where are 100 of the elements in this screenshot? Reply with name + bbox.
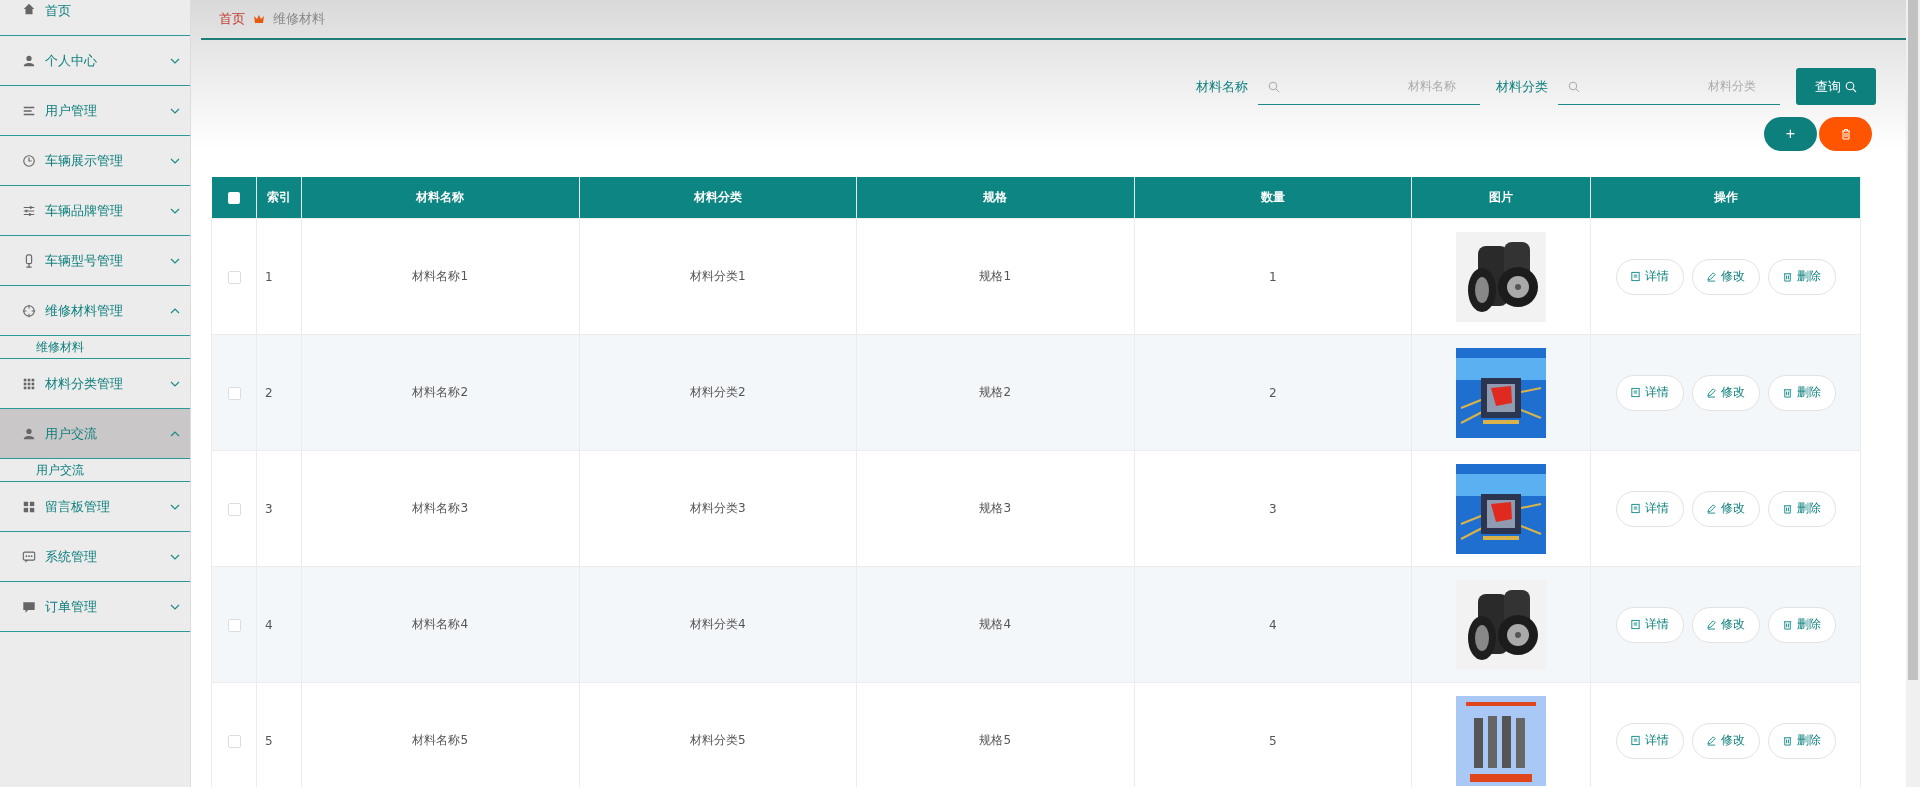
sidebar-item[interactable]: 个人中心 xyxy=(0,36,190,86)
menu-label: 留言板管理 xyxy=(45,497,111,516)
trash-icon xyxy=(1782,735,1793,746)
crown-icon xyxy=(253,13,265,25)
column-header: 索引 xyxy=(256,177,302,219)
document-icon xyxy=(1630,503,1641,514)
table-cell: 规格3 xyxy=(856,450,1134,567)
home-icon xyxy=(22,2,36,16)
delete-button[interactable] xyxy=(1819,117,1872,151)
trash-icon xyxy=(1782,387,1793,398)
menu-label: 系统管理 xyxy=(45,547,98,566)
table-cell: 2 xyxy=(256,334,302,451)
sidebar-item[interactable]: 用户交流 xyxy=(0,409,190,459)
submenu-item[interactable]: 用户交流 xyxy=(0,459,190,482)
table-cell: 规格2 xyxy=(856,334,1134,451)
table-cell: 材料分类2 xyxy=(579,334,857,451)
menu-label: 用户交流 xyxy=(45,424,98,443)
chat-icon xyxy=(22,549,36,564)
sidebar-item[interactable]: 车辆展示管理 xyxy=(0,136,190,186)
details-button[interactable]: 详情 xyxy=(1615,374,1684,411)
row-checkbox[interactable] xyxy=(227,386,241,400)
sidebar-item[interactable]: 车辆型号管理 xyxy=(0,236,190,286)
pencil-icon xyxy=(1706,271,1717,282)
sidebar-item[interactable]: 订单管理 xyxy=(0,582,190,632)
pencil-icon xyxy=(1706,735,1717,746)
breadcrumb-current: 维修材料 xyxy=(273,10,325,28)
details-button[interactable]: 详情 xyxy=(1615,722,1684,759)
table-cell: 4 xyxy=(1134,566,1412,683)
clock-icon xyxy=(22,153,36,168)
trash-icon xyxy=(1839,128,1852,140)
table-cell: 材料名称4 xyxy=(301,566,579,683)
column-header: 材料分类 xyxy=(579,177,857,219)
submenu-item[interactable]: 维修材料 xyxy=(0,336,190,359)
edit-button[interactable]: 修改 xyxy=(1691,374,1760,411)
table-cell: 材料分类1 xyxy=(579,218,857,335)
menu-label: 用户管理 xyxy=(45,101,98,120)
search-field[interactable]: 材料名称 xyxy=(1258,68,1480,105)
chat-icon xyxy=(22,599,36,614)
search-button[interactable]: 查询 xyxy=(1796,68,1876,105)
sidebar-item[interactable]: 用户管理 xyxy=(0,86,190,136)
search-field[interactable]: 材料分类 xyxy=(1558,68,1780,105)
row-checkbox[interactable] xyxy=(227,618,241,632)
trash-icon xyxy=(1782,271,1793,282)
column-header: 操作 xyxy=(1590,177,1861,219)
edit-button[interactable]: 修改 xyxy=(1691,258,1760,295)
table-cell: 规格4 xyxy=(856,566,1134,683)
pencil-icon xyxy=(1706,387,1717,398)
crosshair-icon xyxy=(22,303,36,318)
row-checkbox[interactable] xyxy=(227,734,241,748)
table-cell: 3 xyxy=(1134,450,1412,567)
details-button[interactable]: 详情 xyxy=(1615,490,1684,527)
select-all-checkbox[interactable] xyxy=(227,192,240,204)
menu-label: 个人中心 xyxy=(45,51,98,70)
trash-icon xyxy=(1782,619,1793,630)
table-cell: 3 xyxy=(256,450,302,567)
menu-label: 材料分类管理 xyxy=(45,374,124,393)
add-button[interactable]: + xyxy=(1764,117,1817,151)
delete-button[interactable]: 删除 xyxy=(1767,258,1836,295)
document-icon xyxy=(1630,735,1641,746)
column-header: 材料名称 xyxy=(301,177,579,219)
document-icon xyxy=(1630,387,1641,398)
details-button[interactable]: 详情 xyxy=(1615,606,1684,643)
breadcrumb-link[interactable]: 首页 xyxy=(219,10,245,28)
delete-button[interactable]: 删除 xyxy=(1767,374,1836,411)
sidebar-item[interactable]: 车辆品牌管理 xyxy=(0,186,190,236)
sidebar-item[interactable]: 首页 xyxy=(0,0,190,36)
delete-button[interactable]: 删除 xyxy=(1767,606,1836,643)
pencil-icon xyxy=(1706,503,1717,514)
menu-label: 车辆展示管理 xyxy=(45,151,124,170)
edit-button[interactable]: 修改 xyxy=(1691,722,1760,759)
pencil-icon xyxy=(1706,619,1717,630)
menu-label: 车辆品牌管理 xyxy=(45,201,124,220)
table-cell: 1 xyxy=(1134,218,1412,335)
row-checkbox[interactable] xyxy=(227,502,241,516)
sidebar-item[interactable]: 维修材料管理 xyxy=(0,286,190,336)
sliders-icon xyxy=(22,203,36,218)
tiles-icon xyxy=(22,499,36,514)
person-icon xyxy=(22,426,36,441)
scrollbar[interactable] xyxy=(1906,0,1920,787)
field-label: 材料分类 xyxy=(1496,77,1548,96)
search-icon xyxy=(1268,80,1280,93)
table-cell: 1 xyxy=(256,218,302,335)
table-cell: 材料分类4 xyxy=(579,566,857,683)
delete-button[interactable]: 删除 xyxy=(1767,490,1836,527)
details-button[interactable]: 详情 xyxy=(1615,258,1684,295)
table-cell: 2 xyxy=(1134,334,1412,451)
table-cell: 材料名称1 xyxy=(301,218,579,335)
column-header: 规格 xyxy=(856,177,1134,219)
edit-button[interactable]: 修改 xyxy=(1691,490,1760,527)
document-icon xyxy=(1630,271,1641,282)
edit-button[interactable]: 修改 xyxy=(1691,606,1760,643)
row-checkbox[interactable] xyxy=(227,270,241,284)
sidebar-item[interactable]: 系统管理 xyxy=(0,532,190,582)
sidebar-item[interactable]: 留言板管理 xyxy=(0,482,190,532)
menu-label: 车辆型号管理 xyxy=(45,251,124,270)
delete-button[interactable]: 删除 xyxy=(1767,722,1836,759)
grid-icon xyxy=(22,376,36,391)
table-cell: 材料名称3 xyxy=(301,450,579,567)
trash-icon xyxy=(1782,503,1793,514)
table-cell: 规格1 xyxy=(856,218,1134,335)
